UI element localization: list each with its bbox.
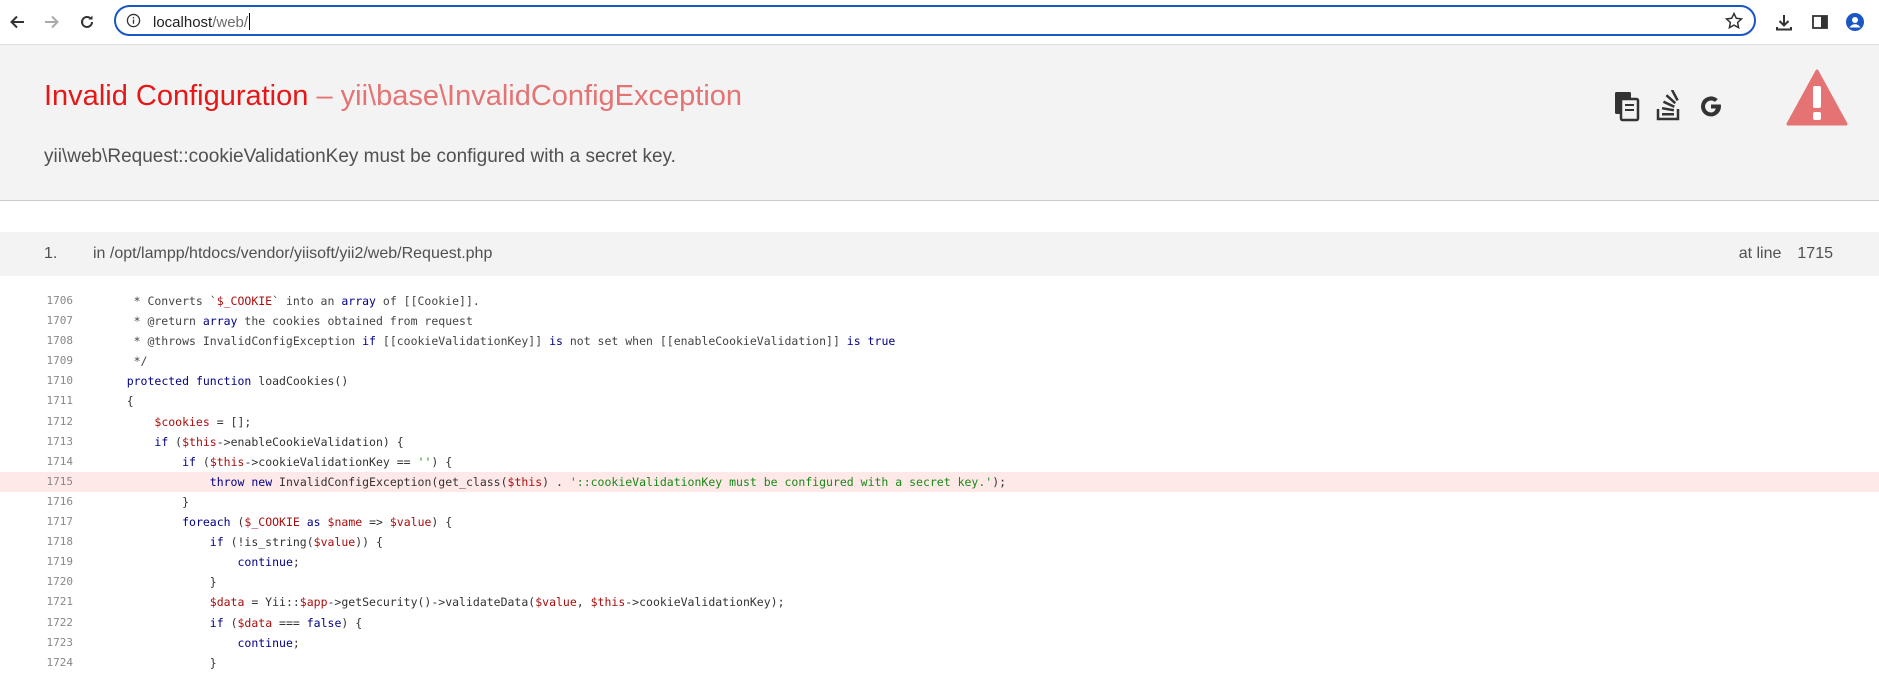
url-text[interactable]: localhost/web/ <box>153 13 251 31</box>
error-title: Invalid Configuration – yii\base\Invalid… <box>44 80 743 112</box>
exception-class: yii\base\InvalidConfigException <box>340 80 743 112</box>
error-message: yii\web\Request::cookieValidationKey mus… <box>44 146 676 167</box>
code-line: 1713 if ($this->enableCookieValidation) … <box>0 432 1879 452</box>
code-text: continue; <box>237 635 300 650</box>
line-number: 1709 <box>46 354 74 368</box>
stack-overflow-icon[interactable] <box>1654 90 1684 122</box>
code-text: foreach ($_COOKIE as $name => $value) { <box>182 515 453 530</box>
bookmark-star-icon[interactable] <box>1724 11 1744 31</box>
line-number: 1706 <box>46 294 74 307</box>
profile-button[interactable] <box>1841 8 1869 36</box>
code-text: if (!is_string($value)) { <box>209 535 383 550</box>
code-text: $data = Yii::$app->getSecurity()->valida… <box>209 595 785 610</box>
line-number: 1708 <box>46 334 74 348</box>
call-stack-number: 1. <box>44 245 58 262</box>
line-number: 1713 <box>46 434 74 448</box>
code-text: if ($this->enableCookieValidation) { <box>154 434 404 449</box>
google-icon[interactable] <box>1696 90 1726 122</box>
line-number: 1718 <box>46 535 74 549</box>
info-icon[interactable] <box>126 13 141 28</box>
line-number: 1707 <box>46 314 74 328</box>
code-line: 1712 $cookies = []; <box>0 412 1879 432</box>
code-line: 1711 { <box>0 391 1879 411</box>
line-number: 1719 <box>46 555 74 569</box>
code-line-error: 1715 throw new InvalidConfigException(ge… <box>0 471 1879 492</box>
error-header: Invalid Configuration – yii\base\Invalid… <box>0 45 1879 201</box>
code-line: 1707 * @return array the cookies obtaine… <box>0 311 1879 331</box>
line-number: 1721 <box>46 595 74 609</box>
reload-icon <box>81 15 93 28</box>
code-line: 1719 continue; <box>0 552 1879 572</box>
reload-button[interactable] <box>73 8 101 36</box>
call-stack-file: in /opt/lampp/htdocs/vendor/yiisoft/yii2… <box>93 245 493 262</box>
code-text: * Converts `$_COOKIE` into an array of [… <box>99 294 480 308</box>
code-line: 1710 protected function loadCookies() <box>0 371 1879 391</box>
line-number: 1711 <box>46 394 74 408</box>
download-icon <box>1776 15 1792 31</box>
side-panel-button[interactable] <box>1806 8 1834 36</box>
code-text: $cookies = []; <box>154 414 252 429</box>
code-block: 1706 * Converts `$_COOKIE` into an array… <box>0 291 1879 673</box>
code-line: 1709 */ <box>0 351 1879 371</box>
code-text: if ($data === false) { <box>209 615 363 630</box>
code-text: { <box>99 394 134 409</box>
profile-avatar-icon <box>1846 13 1864 31</box>
warning-icon <box>1786 69 1848 126</box>
code-text: */ <box>99 354 148 369</box>
line-number: 1715 <box>46 474 74 488</box>
code-text: } <box>99 494 190 509</box>
code-line: 1723 continue; <box>0 633 1879 653</box>
code-text: continue; <box>237 555 300 570</box>
back-button[interactable] <box>3 8 31 36</box>
browser-toolbar: localhost/web/ <box>0 0 1879 45</box>
line-number: 1722 <box>46 615 74 629</box>
address-bar[interactable]: localhost/web/ <box>114 5 1756 36</box>
code-line: 1718 if (!is_string($value)) { <box>0 532 1879 552</box>
code-line: 1722 if ($data === false) { <box>0 613 1879 633</box>
code-line: 1714 if ($this->cookieValidationKey == '… <box>0 452 1879 472</box>
code-text: * @throws InvalidConfigException if [[co… <box>99 334 896 349</box>
code-line: 1716 } <box>0 492 1879 512</box>
line-number: 1712 <box>46 414 74 428</box>
line-number: 1710 <box>46 374 74 388</box>
line-number: 1724 <box>46 655 74 669</box>
code-text: } <box>99 655 217 670</box>
code-line: 1717 foreach ($_COOKIE as $name => $valu… <box>0 512 1879 532</box>
code-line: 1706 * Converts `$_COOKIE` into an array… <box>0 291 1879 311</box>
copy-icon[interactable] <box>1612 90 1642 122</box>
line-number: 1714 <box>46 454 74 468</box>
code-text: protected function loadCookies() <box>126 374 349 389</box>
downloads-button[interactable] <box>1770 8 1798 36</box>
line-number: 1716 <box>46 494 74 508</box>
error-name: Invalid Configuration <box>44 80 309 112</box>
forward-button[interactable] <box>38 8 66 36</box>
code-line: 1708 * @throws InvalidConfigException if… <box>0 331 1879 351</box>
line-number: 1723 <box>46 635 74 649</box>
line-number: 1717 <box>46 515 74 529</box>
code-line: 1724 } <box>0 653 1879 673</box>
call-stack-line: at line 1715 <box>1738 245 1833 262</box>
line-number: 1720 <box>46 575 74 589</box>
side-panel-icon <box>1812 15 1828 29</box>
arrow-right-icon <box>45 15 59 29</box>
code-text: if ($this->cookieValidationKey == '') { <box>182 454 453 469</box>
code-line: 1720 } <box>0 572 1879 592</box>
call-stack-item-header[interactable]: 1. in /opt/lampp/htdocs/vendor/yiisoft/y… <box>0 232 1879 276</box>
arrow-left-icon <box>10 15 24 29</box>
code-line: 1721 $data = Yii::$app->getSecurity()->v… <box>0 592 1879 612</box>
code-text: throw new InvalidConfigException(get_cla… <box>209 474 1007 489</box>
code-text: } <box>99 575 217 590</box>
code-text: * @return array the cookies obtained fro… <box>99 314 473 329</box>
